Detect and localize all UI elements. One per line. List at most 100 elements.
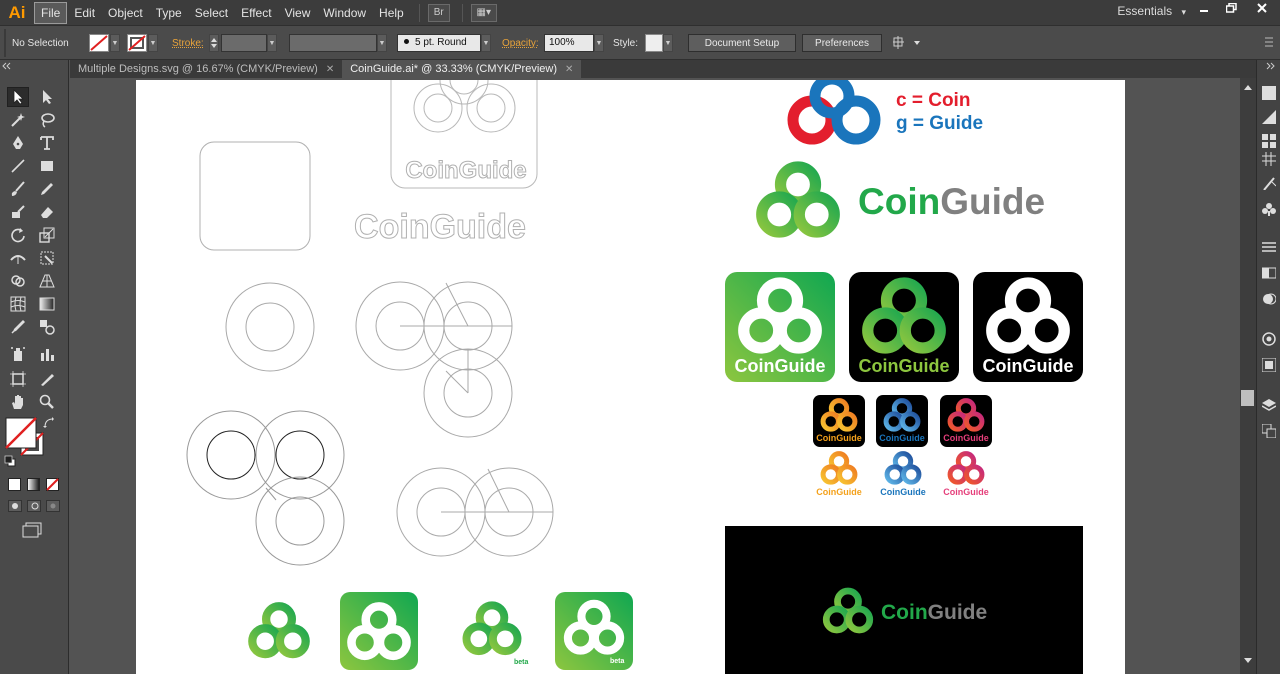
gradient-mode-icon[interactable]: [25, 476, 41, 492]
menu-type[interactable]: Type: [150, 3, 188, 23]
magic-wand-tool-icon[interactable]: [7, 110, 29, 130]
color-panel-icon[interactable]: [1260, 84, 1278, 102]
fill-stroke-widget[interactable]: [5, 417, 44, 456]
slice-tool-icon[interactable]: [36, 369, 58, 389]
blend-tool-icon[interactable]: [36, 317, 58, 337]
blob-brush-tool-icon[interactable]: [7, 202, 29, 222]
gradient-panel-icon[interactable]: [1260, 264, 1278, 282]
type-tool-icon[interactable]: [36, 133, 58, 153]
symbols-icon[interactable]: [1260, 200, 1278, 218]
free-transform-tool-icon[interactable]: [36, 248, 58, 268]
eyedropper-tool-icon[interactable]: [7, 317, 29, 337]
color-guide-icon[interactable]: [1260, 108, 1278, 126]
swatches-icon[interactable]: [1260, 132, 1278, 150]
artboard-tool-icon[interactable]: [7, 369, 29, 389]
menu-file[interactable]: File: [34, 1, 68, 24]
preferences-button[interactable]: Preferences: [802, 34, 882, 52]
stroke-weight-input[interactable]: [221, 34, 267, 52]
lasso-tool-icon[interactable]: [36, 110, 58, 130]
default-colors-icon[interactable]: [3, 454, 17, 468]
minimize-icon[interactable]: [1190, 0, 1218, 16]
variable-width-profile[interactable]: [289, 34, 377, 52]
graphic-style-swatch[interactable]: [645, 34, 663, 52]
close-icon[interactable]: ✕: [326, 64, 334, 75]
column-graph-tool-icon[interactable]: [36, 344, 58, 364]
zoom-tool-icon[interactable]: [36, 392, 58, 412]
perspective-grid-tool-icon[interactable]: [36, 271, 58, 291]
symbol-sprayer-tool-icon[interactable]: [7, 344, 29, 364]
appearance-icon[interactable]: [1260, 330, 1278, 348]
menu-help[interactable]: Help: [373, 3, 410, 23]
scroll-down-icon[interactable]: [1244, 658, 1252, 663]
vertical-scrollbar[interactable]: [1240, 78, 1256, 674]
shape-builder-tool-icon[interactable]: [7, 271, 29, 291]
close-icon[interactable]: ✕: [565, 64, 573, 75]
transparency-icon[interactable]: [1260, 290, 1278, 308]
fill-dropdown-icon[interactable]: ▼: [110, 34, 120, 52]
workspace-switcher[interactable]: Essentials ▾: [1117, 4, 1186, 18]
selection-tool-icon[interactable]: [7, 87, 29, 107]
brush-dropdown-icon[interactable]: ▼: [481, 34, 491, 52]
rotate-tool-icon[interactable]: [7, 225, 29, 245]
draw-normal-icon[interactable]: [6, 498, 24, 514]
direct-selection-tool-icon[interactable]: [36, 87, 58, 107]
style-dropdown-icon[interactable]: ▼: [663, 34, 673, 52]
menu-object[interactable]: Object: [102, 3, 149, 23]
tab-multiple-designs[interactable]: Multiple Designs.svg @ 16.67% (CMYK/Prev…: [70, 60, 342, 78]
opacity-dropdown-icon[interactable]: ▼: [594, 34, 604, 52]
brush-definition[interactable]: 5 pt. Round: [397, 34, 481, 52]
hand-tool-icon[interactable]: [7, 392, 29, 412]
paintbrush-tool-icon[interactable]: [7, 179, 29, 199]
scroll-up-icon[interactable]: [1244, 85, 1252, 90]
close-window-icon[interactable]: [1248, 0, 1276, 16]
fill-swatch[interactable]: [89, 34, 109, 52]
screen-mode-icon[interactable]: [20, 521, 44, 539]
restore-icon[interactable]: [1218, 0, 1246, 16]
stroke-swatch[interactable]: [127, 34, 147, 52]
draw-inside-icon[interactable]: [44, 498, 62, 514]
control-bar: No Selection ▼ ▼ Stroke: ▼ ▼ 5 pt. Round…: [0, 25, 1280, 60]
artboards-icon[interactable]: [1260, 422, 1278, 440]
brushes-icon[interactable]: [1260, 174, 1278, 192]
menu-effect[interactable]: Effect: [235, 3, 277, 23]
layers-icon[interactable]: [1260, 396, 1278, 414]
menu-select[interactable]: Select: [189, 3, 234, 23]
collapse-panel-icon[interactable]: [0, 60, 69, 72]
stroke-label[interactable]: Stroke:: [172, 38, 204, 49]
panel-menu-icon[interactable]: [1264, 34, 1274, 53]
swatch-grid-icon[interactable]: [1260, 150, 1278, 168]
expand-dock-icon[interactable]: [1257, 60, 1280, 72]
draw-behind-icon[interactable]: [25, 498, 43, 514]
rectangle-tool-icon[interactable]: [36, 156, 58, 176]
stroke-weight-dropdown-icon[interactable]: ▼: [267, 34, 277, 52]
stroke-weight-stepper[interactable]: [209, 34, 219, 52]
menu-view[interactable]: View: [279, 3, 317, 23]
scale-tool-icon[interactable]: [36, 225, 58, 245]
none-mode-icon[interactable]: [44, 476, 60, 492]
pencil-tool-icon[interactable]: [36, 179, 58, 199]
gradient-tool-icon[interactable]: [36, 294, 58, 314]
canvas[interactable]: CoinGuide CoinGuide beta beta c = Coin g…: [70, 78, 1240, 674]
arrange-documents-button[interactable]: ▦▾: [470, 3, 497, 22]
swap-fill-stroke-icon[interactable]: [42, 416, 56, 430]
eraser-tool-icon[interactable]: [36, 202, 58, 222]
menu-edit[interactable]: Edit: [68, 3, 101, 23]
stroke-dropdown-icon[interactable]: ▼: [148, 34, 158, 52]
menu-window[interactable]: Window: [317, 3, 372, 23]
line-tool-icon[interactable]: [7, 156, 29, 176]
arrange-icon[interactable]: [892, 35, 922, 54]
opacity-label[interactable]: Opacity:: [502, 38, 539, 49]
stroke-panel-icon[interactable]: [1260, 238, 1278, 256]
bridge-button[interactable]: Br: [427, 3, 450, 22]
mesh-tool-icon[interactable]: [7, 294, 29, 314]
tab-coinguide[interactable]: CoinGuide.ai* @ 33.33% (CMYK/Preview) ✕: [342, 60, 582, 78]
color-mode-icon[interactable]: [6, 476, 22, 492]
document-setup-button[interactable]: Document Setup: [688, 34, 796, 52]
profile-dropdown-icon[interactable]: ▼: [377, 34, 387, 52]
scrollbar-thumb[interactable]: [1241, 390, 1254, 406]
pen-tool-icon[interactable]: [7, 133, 29, 153]
graphic-styles-icon[interactable]: [1260, 356, 1278, 374]
artboard[interactable]: CoinGuide CoinGuide beta beta c = Coin g…: [136, 80, 1125, 674]
opacity-input[interactable]: 100%: [544, 34, 594, 52]
width-tool-icon[interactable]: [7, 248, 29, 268]
